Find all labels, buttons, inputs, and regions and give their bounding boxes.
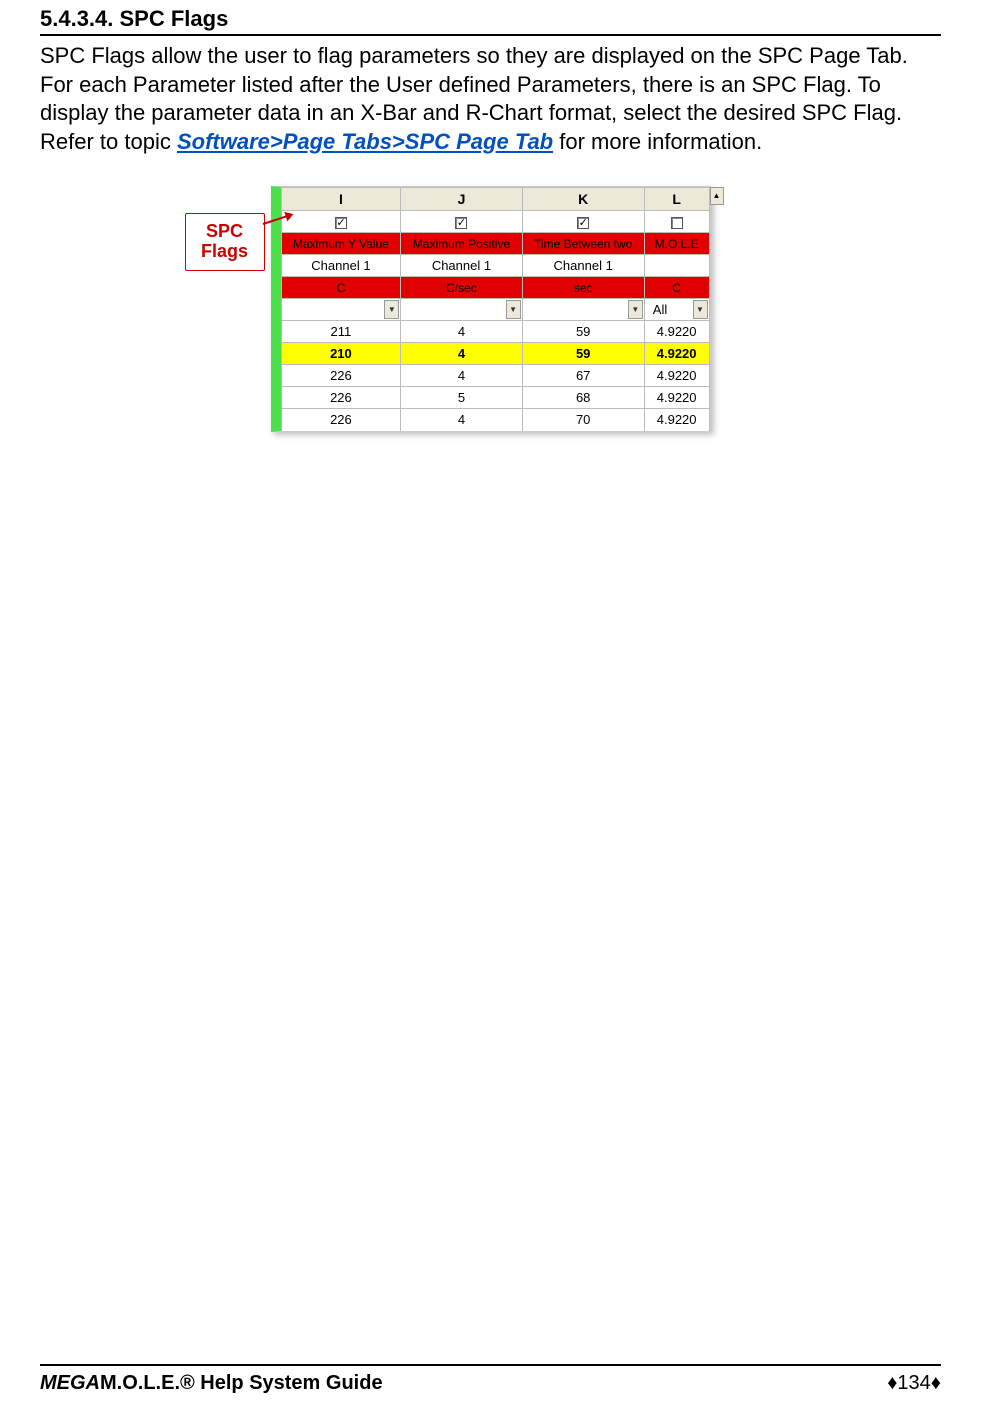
column-header-i[interactable]: I bbox=[281, 188, 401, 211]
param-l: M.O.L.E bbox=[644, 233, 709, 255]
spc-flag-checkbox-l[interactable] bbox=[671, 217, 683, 229]
channel-l bbox=[644, 255, 709, 277]
column-header-l[interactable]: L bbox=[644, 188, 709, 211]
units-k: sec bbox=[522, 277, 644, 299]
spc-flag-checkbox-row: ✓ ✓ ✓ bbox=[281, 211, 709, 233]
units-j: C/sec bbox=[401, 277, 522, 299]
cell-j: 4 bbox=[401, 409, 522, 431]
cell-k: 59 bbox=[522, 343, 644, 365]
param-j: Maximum Positive bbox=[401, 233, 522, 255]
section-heading-text: 5.4.3.4. SPC Flags bbox=[40, 6, 228, 31]
callout-line2: Flags bbox=[201, 241, 248, 261]
cell-l: 4.9220 bbox=[644, 409, 709, 431]
callout-line1: SPC bbox=[206, 221, 243, 241]
body-paragraph: SPC Flags allow the user to flag paramet… bbox=[40, 42, 941, 156]
spc-flag-checkbox-j[interactable]: ✓ bbox=[455, 217, 467, 229]
column-header-row: I J K L bbox=[281, 188, 709, 211]
chevron-down-icon: ▼ bbox=[628, 300, 643, 319]
column-header-k[interactable]: K bbox=[522, 188, 644, 211]
data-row-highlighted[interactable]: 210 4 59 4.9220 bbox=[281, 343, 709, 365]
chevron-down-icon: ▼ bbox=[384, 300, 399, 319]
cell-k: 67 bbox=[522, 365, 644, 387]
chevron-down-icon: ▼ bbox=[506, 300, 521, 319]
data-row[interactable]: 226 4 67 4.9220 bbox=[281, 365, 709, 387]
footer-page-number: ♦134♦ bbox=[887, 1372, 941, 1395]
spc-flags-callout: SPC Flags bbox=[185, 213, 265, 271]
scroll-up-button[interactable]: ▲ bbox=[710, 187, 724, 205]
cell-l: 4.9220 bbox=[644, 321, 709, 343]
parameter-name-row: Maximum Y Value Maximum Positive Time Be… bbox=[281, 233, 709, 255]
cell-k: 59 bbox=[522, 321, 644, 343]
cell-k: 70 bbox=[522, 409, 644, 431]
filter-dropdown-k[interactable]: ▼ bbox=[522, 299, 644, 321]
spc-flag-checkbox-i[interactable]: ✓ bbox=[335, 217, 347, 229]
cell-j: 4 bbox=[401, 321, 522, 343]
footer-left: MEGAM.O.L.E.® Help System Guide bbox=[40, 1372, 383, 1395]
channel-k: Channel 1 bbox=[522, 255, 644, 277]
chevron-down-icon: ▼ bbox=[693, 300, 708, 319]
cell-l: 4.9220 bbox=[644, 343, 709, 365]
data-row[interactable]: 226 5 68 4.9220 bbox=[281, 387, 709, 409]
units-row: C C/sec sec C bbox=[281, 277, 709, 299]
channel-i: Channel 1 bbox=[281, 255, 401, 277]
filter-value-l: All bbox=[653, 302, 667, 317]
filter-dropdown-i[interactable]: ▼ bbox=[281, 299, 401, 321]
cell-l: 4.9220 bbox=[644, 365, 709, 387]
data-row[interactable]: 211 4 59 4.9220 bbox=[281, 321, 709, 343]
column-header-j[interactable]: J bbox=[401, 188, 522, 211]
cell-j: 5 bbox=[401, 387, 522, 409]
filter-dropdown-j[interactable]: ▼ bbox=[401, 299, 522, 321]
cell-i: 211 bbox=[281, 321, 401, 343]
footer-mega: MEGA bbox=[40, 1372, 100, 1394]
cell-k: 68 bbox=[522, 387, 644, 409]
data-row[interactable]: 226 4 70 4.9220 bbox=[281, 409, 709, 431]
filter-row: ▼ ▼ ▼ All ▼ bbox=[281, 299, 709, 321]
footer-guide: M.O.L.E.® Help System Guide bbox=[100, 1372, 383, 1394]
spc-flag-checkbox-k[interactable]: ✓ bbox=[577, 217, 589, 229]
cell-i: 226 bbox=[281, 387, 401, 409]
cell-i: 210 bbox=[281, 343, 401, 365]
filter-dropdown-l[interactable]: All ▼ bbox=[644, 299, 709, 321]
page-footer: MEGAM.O.L.E.® Help System Guide ♦134♦ bbox=[40, 1364, 941, 1395]
channel-j: Channel 1 bbox=[401, 255, 522, 277]
spc-page-tab-link[interactable]: Software>Page Tabs>SPC Page Tab bbox=[177, 129, 553, 154]
cell-i: 226 bbox=[281, 409, 401, 431]
para-part-b: for more information. bbox=[559, 129, 762, 154]
units-i: C bbox=[281, 277, 401, 299]
param-i: Maximum Y Value bbox=[281, 233, 401, 255]
cell-i: 226 bbox=[281, 365, 401, 387]
figure-container: SPC Flags ▲ I J K L ✓ ✓ ✓ Maximum Y Valu… bbox=[40, 186, 941, 437]
cell-l: 4.9220 bbox=[644, 387, 709, 409]
section-heading: 5.4.3.4. SPC Flags bbox=[40, 6, 941, 36]
param-k: Time Between two bbox=[522, 233, 644, 255]
spreadsheet-grid: I J K L ✓ ✓ ✓ Maximum Y Value Maximum Po… bbox=[281, 187, 710, 431]
cell-j: 4 bbox=[401, 365, 522, 387]
channel-row: Channel 1 Channel 1 Channel 1 bbox=[281, 255, 709, 277]
cell-j: 4 bbox=[401, 343, 522, 365]
units-l: C bbox=[644, 277, 709, 299]
spreadsheet-figure: SPC Flags ▲ I J K L ✓ ✓ ✓ Maximum Y Valu… bbox=[271, 186, 711, 432]
